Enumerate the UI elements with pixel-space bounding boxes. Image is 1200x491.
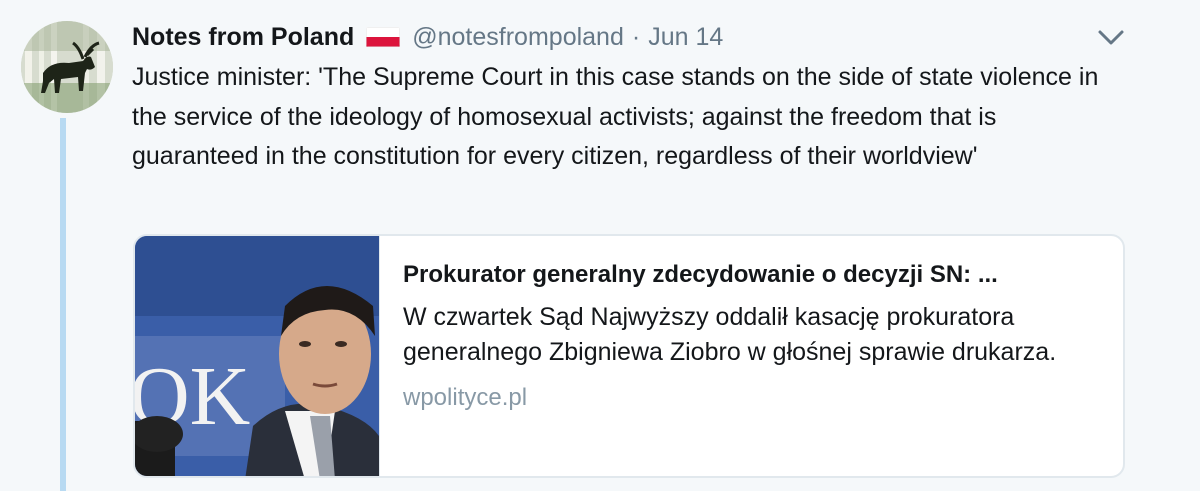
author-handle[interactable]: @notesfrompoland: [412, 23, 624, 52]
card-body: Prokurator generalny zdecydowanie o decy…: [403, 258, 1103, 412]
author-name[interactable]: Notes from Poland: [132, 23, 354, 52]
card-title[interactable]: Prokurator generalny zdecydowanie o decy…: [403, 258, 1103, 292]
moose-forest-avatar-image: [21, 21, 113, 113]
thread-line: [60, 118, 66, 491]
card-domain[interactable]: wpolityce.pl: [403, 384, 1103, 412]
avatar[interactable]: [21, 21, 113, 113]
tweet-date[interactable]: Jun 14: [648, 23, 723, 52]
tweet-header: Notes from Poland @notesfrompoland · Jun…: [132, 20, 723, 54]
card-description: W czwartek Sąd Najwyższy oddalił kasację…: [403, 303, 1057, 366]
header-separator: ·: [631, 22, 641, 51]
tweet-text: Justice minister: 'The Supreme Court in …: [132, 63, 1099, 170]
card-thumbnail: OK: [135, 236, 380, 476]
poland-flag-icon: [366, 27, 401, 47]
link-preview-card[interactable]: OK Prokurator generalny zdecydowanie o d…: [133, 234, 1125, 478]
tweet[interactable]: Notes from Poland @notesfrompoland · Jun…: [0, 0, 1200, 491]
chevron-down-icon[interactable]: [1096, 24, 1126, 50]
